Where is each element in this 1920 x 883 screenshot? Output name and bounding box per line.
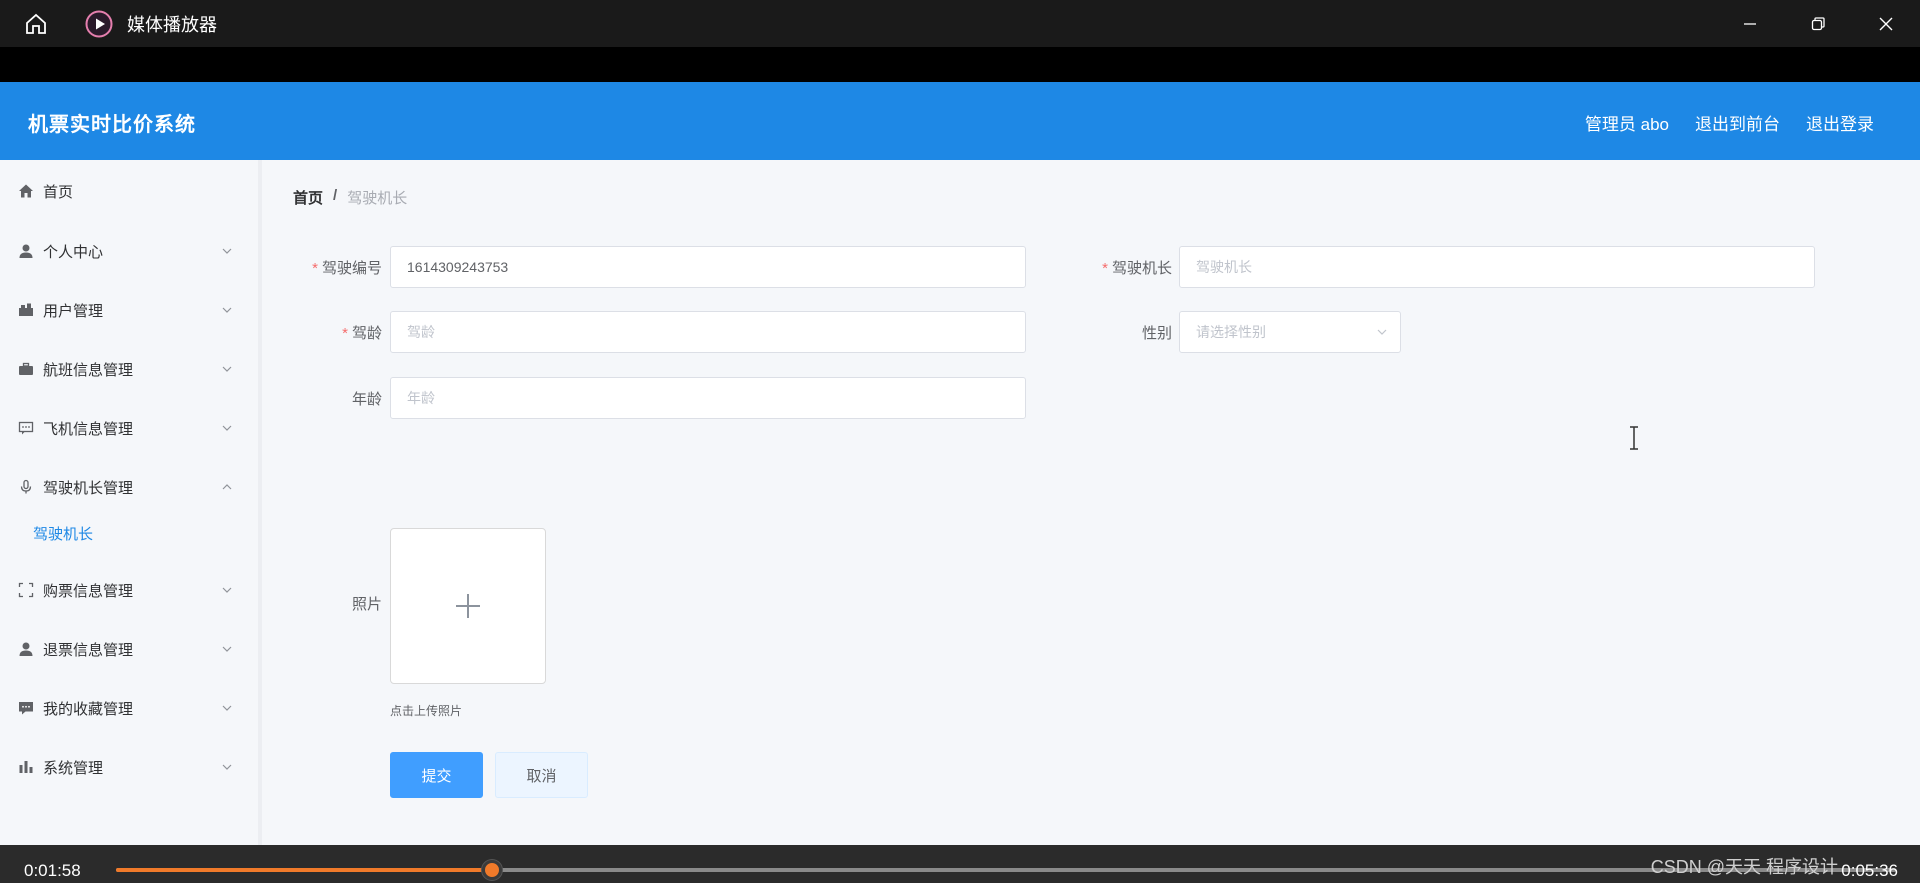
media-player-logo-icon [85,10,113,38]
captain-input[interactable] [1179,246,1815,288]
seek-bar-progress [116,868,492,872]
sidebar-item-user-management[interactable]: 用户管理 [0,290,258,330]
captain-label-text: 驾驶机长 [1111,260,1172,277]
chart-icon [17,758,35,776]
age-input[interactable] [390,377,1026,419]
message-icon [17,699,35,717]
pilot-no-label: * 驾驶编号 [262,257,382,278]
chevron-up-icon [222,484,232,490]
chat-icon [17,419,35,437]
upload-tip: 点击上传照片 [390,704,463,718]
sidebar-item-label: 飞机信息管理 [43,420,134,438]
player-controls: 0:01:58 CSDN @天天 程序设计 0:05:36 [0,845,1920,883]
chevron-down-icon [222,764,232,770]
home-icon [17,182,35,200]
cancel-button[interactable]: 取消 [495,752,588,798]
pilot-no-label-text: 驾驶编号 [321,260,382,277]
breadcrumb-separator: / [333,187,338,204]
minimize-icon [1744,22,1756,25]
years-label-text: 驾龄 [351,325,382,342]
microphone-icon [17,478,35,496]
user-icon [17,242,35,260]
briefcase-icon [17,301,35,319]
sidebar-item-label: 退票信息管理 [43,641,134,659]
close-button[interactable] [1852,0,1920,47]
years-label: * 驾龄 [262,322,382,343]
sidebar-item-flight-management[interactable]: 航班信息管理 [0,349,258,389]
chevron-down-icon [222,425,232,431]
chevron-down-icon [222,587,232,593]
years-input[interactable] [390,311,1026,353]
submit-button[interactable]: 提交 [390,752,483,798]
gender-select[interactable]: 请选择性别 [1179,311,1401,353]
user-icon [17,640,35,658]
photo-label: 照片 [351,596,382,613]
captain-label: * 驾驶机长 [1052,257,1172,278]
watermark: CSDN @天天 程序设计 [1650,857,1838,877]
required-mark: * [342,325,348,342]
gender-select-placeholder: 请选择性别 [1196,324,1266,340]
total-time: 0:05:36 [1841,861,1898,880]
seek-bar[interactable] [116,860,1896,880]
minimize-button[interactable] [1716,0,1784,47]
sidebar-item-label: 驾驶机长管理 [43,479,134,497]
sidebar: 首页 个人中心 用户管理 航班信息管理 飞机信息管理 驾驶机长管理 驾驶机长 购… [0,160,262,845]
sidebar-item-label: 系统管理 [43,759,104,777]
chevron-down-icon [1377,329,1387,335]
sidebar-item-label: 用户管理 [43,302,104,320]
chevron-down-icon [222,366,232,372]
current-time: 0:01:58 [24,861,81,880]
breadcrumb-current: 驾驶机长 [347,190,408,207]
photo-upload[interactable] [390,528,546,684]
plus-icon [456,594,480,618]
sidebar-item-label: 我的收藏管理 [43,700,134,718]
back-to-front-link[interactable]: 退出到前台 [1695,110,1780,135]
main-content: 首页 / 驾驶机长 *驾驶编号 *驾驶机长 *驾龄 性别 请选择性别 年龄 照片 [262,160,1920,845]
sidebar-item-label: 个人中心 [43,243,104,261]
breadcrumb: 首页 / 驾驶机长 [293,187,407,208]
sidebar-item-personal-center[interactable]: 个人中心 [0,231,258,271]
window-controls [1716,0,1920,47]
sidebar-item-home[interactable]: 首页 [0,171,258,211]
sidebar-item-label: 航班信息管理 [43,361,134,379]
pilot-no-input[interactable] [390,246,1026,288]
admin-label: 管理员 abo [1584,115,1669,134]
system-title: 机票实时比价系统 [28,114,196,136]
chevron-down-icon [222,248,232,254]
chevron-down-icon [222,307,232,313]
chevron-down-icon [222,646,232,652]
player-title: 媒体播放器 [127,14,217,35]
logout-link[interactable]: 退出登录 [1806,110,1874,135]
required-mark: * [312,260,318,277]
suitcase-icon [17,360,35,378]
home-icon[interactable] [17,5,55,43]
sidebar-item-captain-management[interactable]: 驾驶机长管理 [0,467,258,507]
letterbox-bar [0,47,1920,82]
required-mark: * [1102,260,1108,277]
sidebar-item-favorites-management[interactable]: 我的收藏管理 [0,688,258,728]
sidebar-item-aircraft-management[interactable]: 飞机信息管理 [0,408,258,448]
text-cursor-icon [1630,426,1638,450]
close-icon [1879,17,1893,30]
chevron-down-icon [222,705,232,711]
gender-label: 性别 [1141,325,1172,342]
header-actions: 管理员 abo 退出到前台 退出登录 [1585,110,1874,135]
sidebar-item-label: 购票信息管理 [43,582,134,600]
app-header: 机票实时比价系统 管理员 abo 退出到前台 退出登录 [0,82,1920,160]
restore-icon [1811,16,1825,30]
sidebar-subitem-captain[interactable]: 驾驶机长 [33,523,93,544]
player-titlebar: 媒体播放器 [0,0,1920,47]
sidebar-item-refund-management[interactable]: 退票信息管理 [0,629,258,669]
age-label: 年龄 [351,391,382,408]
sidebar-item-system-management[interactable]: 系统管理 [0,747,258,787]
breadcrumb-home[interactable]: 首页 [293,187,323,208]
seek-thumb[interactable] [481,860,502,880]
restore-button[interactable] [1784,0,1852,47]
fullscreen-icon [17,581,35,599]
sidebar-item-label: 首页 [43,183,74,201]
sidebar-item-ticket-management[interactable]: 购票信息管理 [0,570,258,610]
web-app: 机票实时比价系统 管理员 abo 退出到前台 退出登录 首页 个人中心 用户管理 [0,82,1920,845]
